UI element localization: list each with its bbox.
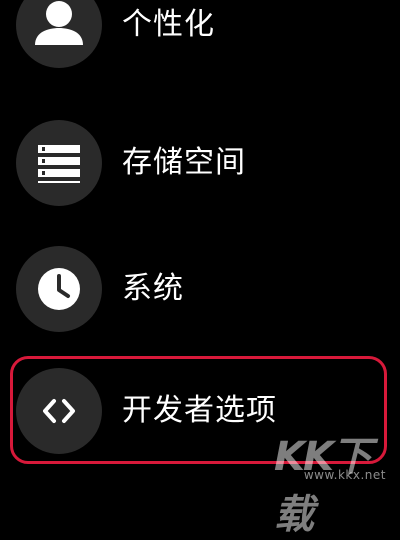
watermark-logo: KK下载 www.kkx.net [274, 424, 394, 538]
watermark-url: www.kkx.net [303, 468, 386, 482]
clock-icon [38, 268, 80, 310]
menu-item-personalize[interactable]: 个性化 [0, 0, 400, 92]
menu-item-label: 系统 [122, 271, 184, 306]
watermark-text: KK下载 [274, 434, 372, 538]
system-icon-circle [16, 246, 102, 332]
storage-list-icon [38, 145, 80, 183]
menu-item-label: 个性化 [122, 7, 215, 42]
menu-item-label: 存储空间 [122, 145, 246, 180]
person-icon [35, 1, 83, 45]
personalize-icon-circle [16, 0, 102, 68]
menu-item-storage[interactable]: 存储空间 [0, 120, 400, 212]
menu-item-system[interactable]: 系统 [0, 246, 400, 338]
storage-icon-circle [16, 120, 102, 206]
